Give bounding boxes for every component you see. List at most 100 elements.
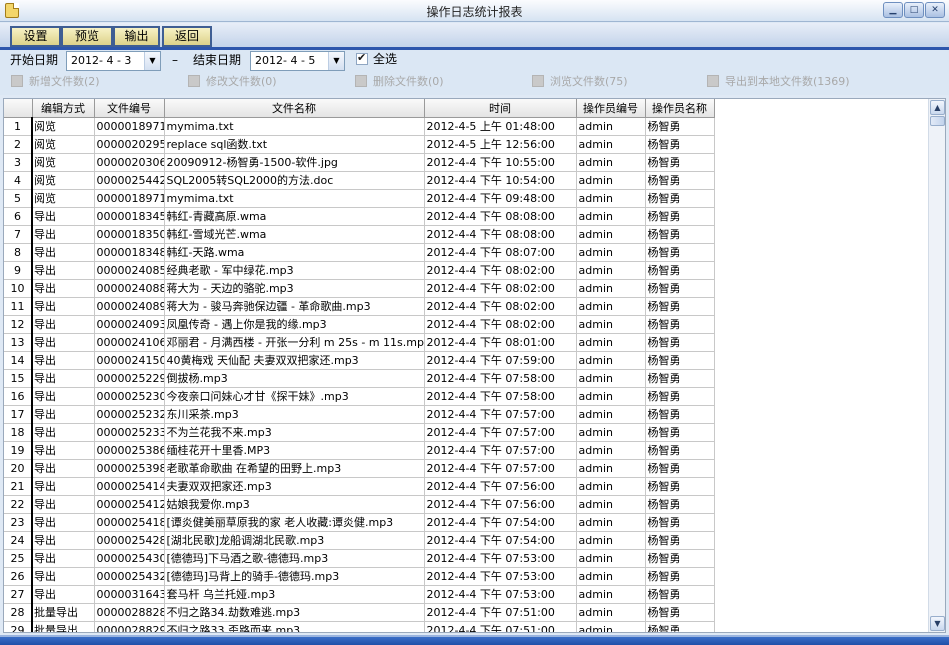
table-row[interactable]: 15 导出 0000025229 倒拔杨.mp3 2012-4-4 下午 07:58:0… [4, 369, 715, 388]
end-date-picker[interactable]: 2012- 4 - 5 ▼ [250, 51, 345, 71]
start-date-picker[interactable]: 2012- 4 - 3 ▼ [66, 51, 161, 71]
time-cell: 2012-4-4 下午 07:54:00 [424, 531, 577, 550]
table-row[interactable]: 21 导出 0000025414 夫妻双双把家还.mp3 2012-4-4 下午 07:… [4, 477, 715, 496]
time-cell: 2012-4-4 下午 07:58:00 [424, 387, 577, 406]
operator-name-cell: 杨智勇 [645, 585, 715, 604]
maximize-button[interactable]: □ [904, 2, 924, 18]
operator-name-cell: 杨智勇 [645, 189, 715, 208]
table-row[interactable]: 5 阅览 0000018971 mymima.txt 2012-4-4 下午 09:48… [4, 189, 715, 208]
operator-id-cell: admin [576, 333, 646, 352]
time-cell: 2012-4-4 下午 08:01:00 [424, 333, 577, 352]
back-button[interactable]: 返回 [162, 26, 212, 47]
table-row[interactable]: 9 导出 0000024085 经典老歌 - 军中绿花.mp3 2012-4-4 下午 … [4, 261, 715, 280]
settings-button[interactable]: 设置 [10, 26, 61, 47]
title-bar: 操作日志统计报表 ▁ □ ✕ [0, 0, 949, 22]
file-name-cell: 凤凰传奇 - 遇上你是我的缘.mp3 [164, 315, 425, 334]
edit-mode-cell: 导出 [31, 297, 95, 316]
operator-id-cell: admin [576, 243, 646, 262]
scroll-down-icon[interactable]: ▼ [930, 616, 945, 631]
modified-files-checkbox[interactable] [188, 75, 200, 87]
export-button[interactable]: 输出 [113, 26, 160, 47]
table-row[interactable]: 23 导出 0000025418 [谭炎健美丽草原我的家 老人收藏:谭炎健.mp3 20… [4, 513, 715, 532]
vertical-scrollbar[interactable]: ▲ ▼ [928, 99, 945, 632]
select-all-checkbox[interactable] [356, 51, 368, 65]
browsed-files-label: 浏览文件数(75) [550, 75, 628, 88]
row-number: 10 [4, 279, 33, 298]
edit-mode-cell: 导出 [31, 549, 95, 568]
table-row[interactable]: 14 导出 0000024150 40黄梅戏 天仙配 夫妻双双把家还.mp3 2012-… [4, 351, 715, 370]
operator-id-cell: admin [576, 261, 646, 280]
time-cell: 2012-4-5 上午 01:48:00 [424, 117, 577, 136]
column-header-row-number[interactable] [4, 99, 33, 118]
row-number: 22 [4, 495, 33, 514]
operator-name-cell: 杨智勇 [645, 315, 715, 334]
table-row[interactable]: 19 导出 0000025386 缅桂花开十里香.MP3 2012-4-4 下午 07:… [4, 441, 715, 460]
table-row[interactable]: 10 导出 0000024088 蒋大为 - 天边的骆驼.mp3 2012-4-4 下午… [4, 279, 715, 298]
table-row[interactable]: 25 导出 0000025430 [德德玛]下马酒之歌-德德玛.mp3 2012-4-4… [4, 549, 715, 568]
deleted-files-checkbox[interactable] [355, 75, 367, 87]
table-row[interactable]: 8 导出 0000018348 韩红-天路.wma 2012-4-4 下午 08:07:… [4, 243, 715, 262]
table-row[interactable]: 3 阅览 0000020306 20090912-杨智勇-1500-软件.jpg 201… [4, 153, 715, 172]
operator-id-cell: admin [576, 603, 646, 622]
table-row[interactable]: 13 导出 0000024106 邓丽君 - 月满西楼 - 开张一分利 m 25s -… [4, 333, 715, 352]
column-header-file-name[interactable]: 文件名称 [164, 99, 425, 118]
new-files-checkbox[interactable] [11, 75, 23, 87]
row-number: 23 [4, 513, 33, 532]
time-cell: 2012-4-4 下午 07:53:00 [424, 549, 577, 568]
file-name-cell: 不归之路34.劫数难逃.mp3 [164, 603, 425, 622]
new-files-label: 新增文件数(2) [29, 75, 100, 88]
table-row[interactable]: 2 阅览 0000020295 replace sql函数.txt 2012-4-5 上… [4, 135, 715, 154]
row-number: 14 [4, 351, 33, 370]
table-row[interactable]: 20 导出 0000025398 老歌革命歌曲 在希望的田野上.mp3 2012-4-4… [4, 459, 715, 478]
chevron-down-icon[interactable]: ▼ [144, 52, 160, 70]
table-row[interactable]: 16 导出 0000025230 今夜亲口问妹心才甘《探干妹》.mp3 2012-4-4… [4, 387, 715, 406]
log-grid[interactable]: 编辑方式 文件编号 文件名称 时间 操作员编号 操作员名称 1 阅览 0000018… [3, 98, 946, 633]
file-id-cell: 0000025232 [94, 405, 165, 424]
operator-name-cell: 杨智勇 [645, 153, 715, 172]
minimize-button[interactable]: ▁ [883, 2, 903, 18]
column-header-operator-name[interactable]: 操作员名称 [645, 99, 715, 118]
chevron-down-icon[interactable]: ▼ [328, 52, 344, 70]
row-number: 26 [4, 567, 33, 586]
file-name-cell: 不为兰花我不来.mp3 [164, 423, 425, 442]
table-row[interactable]: 4 阅览 0000025442 SQL2005转SQL2000的方法.doc 2012-… [4, 171, 715, 190]
time-cell: 2012-4-4 下午 07:57:00 [424, 423, 577, 442]
table-row[interactable]: 7 导出 0000018350 韩红-雪域光芒.wma 2012-4-4 下午 08:0… [4, 225, 715, 244]
table-row[interactable]: 24 导出 0000025428 [湖北民歌]龙船调湖北民歌.mp3 2012-4-4 … [4, 531, 715, 550]
browsed-files-checkbox[interactable] [532, 75, 544, 87]
operator-id-cell: admin [576, 369, 646, 388]
table-row[interactable]: 29 批量导出 0000028829 不归之路33.歪路而来.mp3 2012-4-4 … [4, 621, 715, 632]
column-header-operator-id[interactable]: 操作员编号 [576, 99, 646, 118]
table-row[interactable]: 27 导出 0000031643 套马杆 乌兰托娅.mp3 2012-4-4 下午 07… [4, 585, 715, 604]
time-cell: 2012-4-4 下午 09:48:00 [424, 189, 577, 208]
close-button[interactable]: ✕ [925, 2, 945, 18]
row-number: 24 [4, 531, 33, 550]
table-row[interactable]: 12 导出 0000024093 凤凰传奇 - 遇上你是我的缘.mp3 2012-4-4… [4, 315, 715, 334]
file-name-cell: 蒋大为 - 骏马奔驰保边疆 - 革命歌曲.mp3 [164, 297, 425, 316]
row-number: 4 [4, 171, 33, 190]
row-number: 17 [4, 405, 33, 424]
toolbar: 设置 预览 输出 返回 [0, 23, 949, 50]
table-row[interactable]: 22 导出 0000025412 姑娘我爱你.mp3 2012-4-4 下午 07:56… [4, 495, 715, 514]
table-row[interactable]: 11 导出 0000024089 蒋大为 - 骏马奔驰保边疆 - 革命歌曲.mp3 20… [4, 297, 715, 316]
column-header-file-id[interactable]: 文件编号 [94, 99, 165, 118]
column-header-edit-mode[interactable]: 编辑方式 [32, 99, 95, 118]
table-row[interactable]: 18 导出 0000025233 不为兰花我不来.mp3 2012-4-4 下午 07:… [4, 423, 715, 442]
file-id-cell: 0000025428 [94, 531, 165, 550]
table-row[interactable]: 26 导出 0000025432 [德德玛]马背上的骑手-德德玛.mp3 2012-4-… [4, 567, 715, 586]
exported-files-checkbox[interactable] [707, 75, 719, 87]
file-name-cell: [德德玛]马背上的骑手-德德玛.mp3 [164, 567, 425, 586]
row-number: 13 [4, 333, 33, 352]
preview-button[interactable]: 预览 [61, 26, 113, 47]
table-row[interactable]: 28 批量导出 0000028828 不归之路34.劫数难逃.mp3 2012-4-4 … [4, 603, 715, 622]
table-row[interactable]: 17 导出 0000025232 东川采茶.mp3 2012-4-4 下午 07:57:… [4, 405, 715, 424]
file-name-cell: 东川采茶.mp3 [164, 405, 425, 424]
scroll-thumb[interactable] [930, 116, 945, 126]
operator-name-cell: 杨智勇 [645, 513, 715, 532]
table-row[interactable]: 1 阅览 0000018971 mymima.txt 2012-4-5 上午 01:48… [4, 117, 715, 136]
operator-name-cell: 杨智勇 [645, 441, 715, 460]
scroll-up-icon[interactable]: ▲ [930, 100, 945, 115]
time-cell: 2012-4-4 下午 07:53:00 [424, 567, 577, 586]
table-row[interactable]: 6 导出 0000018345 韩红-青藏高原.wma 2012-4-4 下午 08:0… [4, 207, 715, 226]
column-header-time[interactable]: 时间 [424, 99, 577, 118]
